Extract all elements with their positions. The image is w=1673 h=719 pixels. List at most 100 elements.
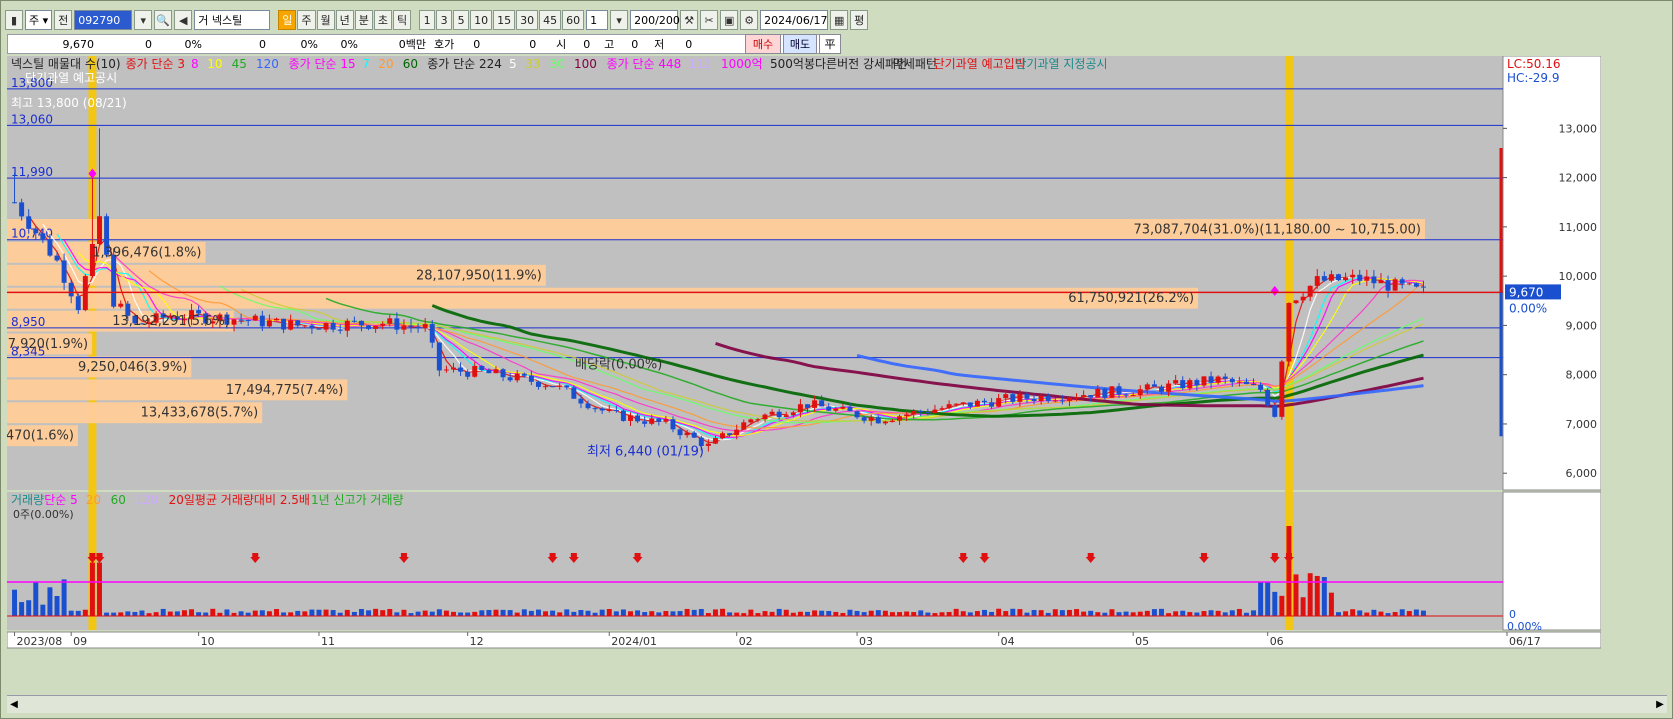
chart-window: ▮ 주 ▾ 전 092790 ▾ 🔍 ◀ 거 넥스틸 일주월년분초틱 1 3 5 10… — [0, 0, 1673, 719]
date-input[interactable]: 2024/06/17 — [760, 10, 829, 30]
volume-bar-191 — [1364, 612, 1370, 616]
price-legend-16: 112 — [688, 57, 711, 71]
count-input[interactable]: 200/200 — [630, 10, 680, 30]
candle-body-192 — [1371, 276, 1377, 284]
sell-button[interactable]: 매도 — [783, 34, 817, 54]
y-tick-label-7: 13,000 — [1559, 122, 1598, 135]
scrollbar[interactable]: ◀ ▶ — [7, 695, 1667, 713]
candle-body-137 — [982, 400, 987, 403]
candle-body-98 — [705, 443, 711, 446]
candle-body-143 — [1024, 393, 1030, 399]
period-button-6[interactable]: 틱 — [393, 10, 412, 30]
volume-bar-24 — [181, 610, 187, 616]
code-input[interactable]: 092790 — [74, 10, 133, 30]
candle-body-123 — [882, 421, 888, 424]
candle-body-188 — [1343, 277, 1349, 281]
calendar-icon[interactable]: ▦ — [830, 10, 849, 30]
period-button-3[interactable]: 년 — [335, 10, 354, 30]
market-type-select[interactable]: 주 ▾ — [25, 10, 53, 30]
candle-body-146 — [1045, 395, 1051, 401]
candle-body-71 — [514, 373, 520, 381]
interval-button-30[interactable]: 30 — [516, 10, 539, 30]
candle-body-163 — [1166, 383, 1172, 392]
interval-button-3[interactable]: 3 — [436, 10, 453, 30]
chart-type-icon[interactable]: ▮ — [5, 10, 23, 30]
candle-body-154 — [1102, 388, 1108, 398]
stock-name-field[interactable]: 거 넥스틸 — [194, 10, 271, 30]
interval-button-60[interactable]: 60 — [562, 10, 585, 30]
candle-body-15 — [118, 303, 124, 307]
y-tick-label-1: 7,000 — [1566, 418, 1598, 431]
interval-button-10[interactable]: 10 — [470, 10, 493, 30]
candle-body-38 — [281, 318, 287, 330]
search-icon[interactable]: 🔍 — [154, 10, 173, 30]
candle-body-156 — [1116, 386, 1122, 395]
link-icon[interactable]: ✂ — [700, 10, 719, 30]
candle-body-106 — [762, 414, 768, 420]
candle-body-79 — [571, 387, 577, 399]
candle-body-126 — [904, 414, 910, 417]
candle-body-88 — [635, 415, 641, 422]
save-icon[interactable]: ▣ — [720, 10, 739, 30]
period-select-button[interactable]: 전 — [54, 10, 73, 30]
volume-bar-119 — [854, 610, 860, 616]
volume-bar-28 — [210, 608, 216, 616]
interval-button-45[interactable]: 45 — [539, 10, 562, 30]
count-value: 200 — [634, 13, 656, 27]
y-tick-label-0: 6,000 — [1566, 467, 1598, 480]
volume-bar-15 — [118, 612, 124, 616]
volume-bar-75 — [543, 611, 549, 616]
interval-button-5[interactable]: 5 — [453, 10, 470, 30]
candle-body-131 — [939, 408, 945, 410]
price-legend-15: 종가 단순 448 — [607, 57, 682, 71]
speaker-icon[interactable]: ◀ — [174, 10, 193, 30]
price-legend-10: 종가 단순 224 — [427, 57, 502, 71]
candle-body-149 — [1066, 397, 1072, 401]
avg-button[interactable]: 평 — [850, 10, 869, 30]
volume-bar-171 — [1222, 612, 1228, 616]
volume-bar-141 — [1010, 608, 1016, 616]
hline-label-4: 8,950 — [11, 315, 45, 329]
volume-bar-8 — [68, 610, 74, 616]
candle-body-181 — [1293, 300, 1299, 304]
interval-value-input[interactable]: 1 — [586, 10, 609, 30]
candle-body-177 — [1265, 389, 1271, 406]
price-legend-18: 500억봉다른버전 강세패턴 — [770, 57, 907, 71]
interval-button-15[interactable]: 15 — [493, 10, 516, 30]
volume-profile-label-9: 3,783,470(1.6%) — [7, 429, 74, 444]
dropdown-icon[interactable]: ▾ — [134, 10, 153, 30]
period-button-1[interactable]: 주 — [297, 10, 316, 30]
buy-button[interactable]: 매수 — [745, 34, 781, 54]
scroll-track[interactable] — [21, 700, 1653, 710]
interval-button-1[interactable]: 1 — [419, 10, 436, 30]
candle-body-86 — [620, 410, 626, 421]
price-legend-21: 단기과열 지정공시 — [1015, 57, 1107, 71]
volume-bar-156 — [1116, 612, 1122, 616]
period-button-0[interactable]: 일 — [278, 10, 297, 30]
interval-dropdown-icon[interactable]: ▾ — [610, 10, 629, 30]
period-button-4[interactable]: 분 — [354, 10, 373, 30]
open-label: 시 — [556, 38, 567, 51]
volume-bar-172 — [1229, 610, 1235, 616]
volume-bar-83 — [599, 609, 605, 616]
low-label: 저 — [654, 38, 665, 51]
volume-bar-177 — [1265, 581, 1271, 616]
y-tick-label-3: 9,000 — [1566, 319, 1598, 332]
candle-body-118 — [847, 406, 853, 412]
candle-body-191 — [1364, 276, 1370, 281]
candle-body-130 — [932, 409, 938, 414]
candle-body-171 — [1222, 376, 1228, 379]
tools-icon[interactable]: ⚒ — [680, 10, 699, 30]
scroll-left-button[interactable]: ◀ — [7, 699, 21, 710]
gear-icon[interactable]: ⚙ — [740, 10, 759, 30]
volume-bar-180 — [1286, 526, 1292, 616]
candle-body-100 — [720, 433, 726, 439]
period-button-2[interactable]: 월 — [316, 10, 335, 30]
volume-bar-40 — [295, 610, 301, 616]
period-button-5[interactable]: 초 — [373, 10, 393, 30]
volume-bar-72 — [521, 609, 527, 616]
extra-button[interactable]: 平 — [819, 34, 841, 54]
scroll-right-button[interactable]: ▶ — [1653, 699, 1667, 710]
candle-body-69 — [500, 369, 506, 378]
candle-body-85 — [613, 409, 619, 411]
